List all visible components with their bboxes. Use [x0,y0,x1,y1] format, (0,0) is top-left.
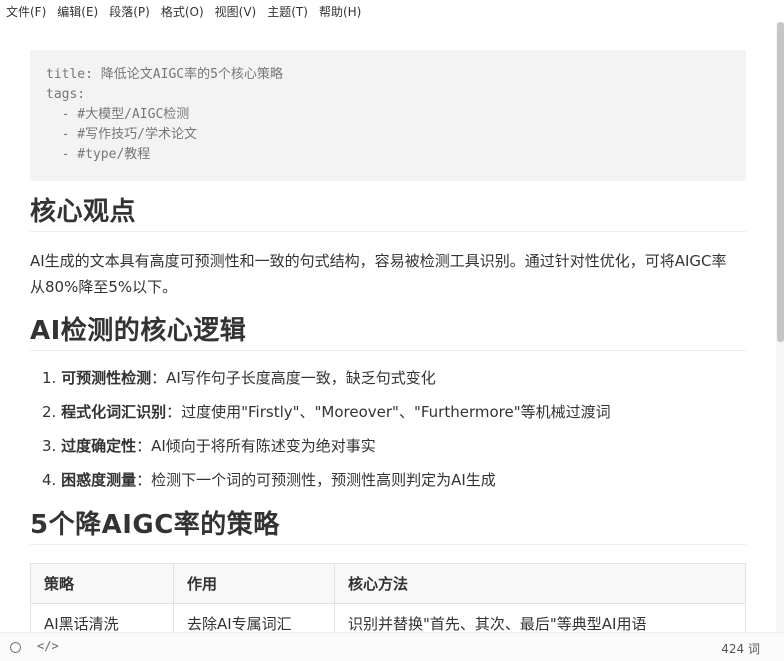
menu-format[interactable]: 格式(O) [161,3,204,20]
list-item-term: 可预测性检测 [61,369,152,387]
menu-view[interactable]: 视图(V) [215,3,257,20]
menu-help[interactable]: 帮助(H) [319,3,361,20]
heading-detection-logic: AI检测的核心逻辑 [30,314,746,351]
logic-list: 1. 可预测性检测：AI写作句子长度高度一致，缺乏句式变化 2. 程式化词汇识别… [42,366,742,502]
list-item-text: ：过度使用"Firstly"、"Moreover"、"Furthermore"等… [166,403,611,421]
list-number: 3. [42,437,57,455]
list-item-text: ：AI倾向于将所有陈述变为绝对事实 [136,437,376,455]
source-code-icon[interactable]: </> [37,639,59,653]
strategy-table: 策略 作用 核心方法 AI黑话清洗 去除AI专属词汇 识别并替换"首先、其次、最… [30,563,746,632]
heading-core-view: 核心观点 [30,195,746,232]
status-bar: </> 424 词 [0,632,784,661]
table-cell: 去除AI专属词汇 [173,603,335,632]
core-paragraph: AI生成的文本具有高度可预测性和一致的句式结构，容易被检测工具识别。通过针对性优… [30,252,727,296]
table-header-cell: 核心方法 [334,563,746,604]
yaml-frontmatter[interactable]: title: 降低论文AIGC率的5个核心策略 tags: - #大模型/AIG… [30,50,746,181]
heading-strategies: 5个降AIGC率的策略 [30,508,746,545]
list-item-term: 程式化词汇识别 [61,403,167,421]
frontmatter-line: title: 降低论文AIGC率的5个核心策略 [46,67,283,82]
frontmatter-line: - #写作技巧/学术论文 [46,127,197,142]
table-header-cell: 作用 [173,563,335,604]
editor-area[interactable]: title: 降低论文AIGC率的5个核心策略 tags: - #大模型/AIG… [0,22,776,632]
list-item: 2. 程式化词汇识别：过度使用"Firstly"、"Moreover"、"Fur… [42,400,742,434]
list-item-term: 过度确定性 [61,437,137,455]
list-item-term: 困惑度测量 [61,471,137,489]
menu-theme[interactable]: 主题(T) [267,3,308,20]
menu-paragraph[interactable]: 段落(P) [109,3,150,20]
vertical-scrollbar[interactable] [776,22,784,632]
outline-toggle-icon[interactable] [10,642,21,653]
list-item: 4. 困惑度测量：检测下一个词的可预测性，预测性高则判定为AI生成 [42,468,742,502]
menu-bar: 文件(F) 编辑(E) 段落(P) 格式(O) 视图(V) 主题(T) 帮助(H… [0,0,784,22]
table-header-row: 策略 作用 核心方法 [30,563,746,604]
list-item-text: ：AI写作句子长度高度一致，缺乏句式变化 [151,369,436,387]
table-row: AI黑话清洗 去除AI专属词汇 识别并替换"首先、其次、最后"等典型AI用语 [30,603,746,632]
frontmatter-line: tags: [46,87,86,102]
table-header-cell: 策略 [30,563,174,604]
scrollbar-thumb[interactable] [777,22,784,342]
list-item: 3. 过度确定性：AI倾向于将所有陈述变为绝对事实 [42,434,742,468]
list-item-text: ：检测下一个词的可预测性，预测性高则判定为AI生成 [136,471,496,489]
menu-edit[interactable]: 编辑(E) [57,3,98,20]
word-count[interactable]: 424 词 [721,640,760,657]
menu-file[interactable]: 文件(F) [6,3,46,20]
list-number: 4. [42,471,57,489]
list-number: 1. [42,369,57,387]
table-cell: 识别并替换"首先、其次、最后"等典型AI用语 [334,603,746,632]
list-number: 2. [42,403,57,421]
frontmatter-line: - #type/教程 [46,147,151,162]
frontmatter-line: - #大模型/AIGC检测 [46,107,190,122]
list-item: 1. 可预测性检测：AI写作句子长度高度一致，缺乏句式变化 [42,366,742,400]
table-cell: AI黑话清洗 [30,603,174,632]
